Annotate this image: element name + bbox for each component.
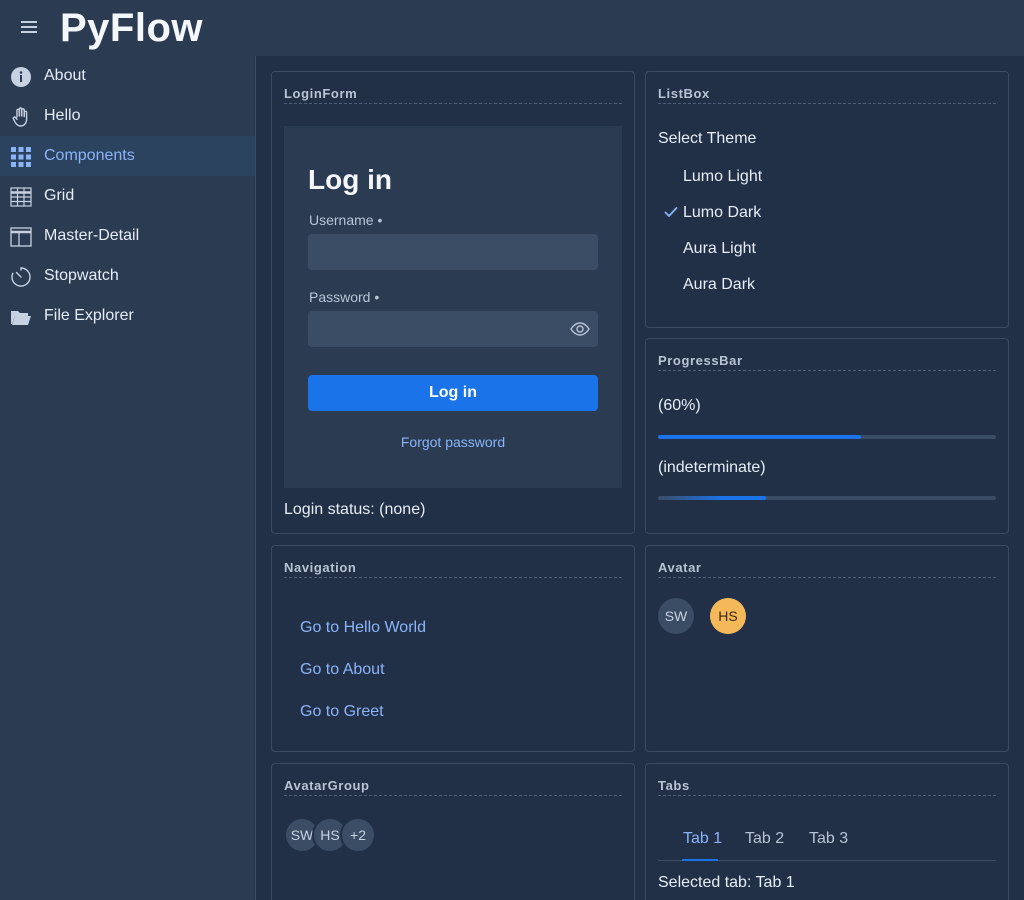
card-title: AvatarGroup	[284, 778, 622, 796]
tab-1[interactable]: Tab 1	[683, 830, 722, 848]
forgot-password-link[interactable]: Forgot password	[284, 434, 622, 450]
login-form-card: LoginForm Log in Username • Password • L…	[271, 71, 635, 534]
tab-indicator	[682, 859, 718, 861]
main-content: LoginForm Log in Username • Password • L…	[256, 56, 1024, 900]
table-icon	[10, 187, 32, 207]
folder-open-icon	[11, 311, 31, 325]
card-title: ListBox	[658, 86, 996, 104]
tabs-card: Tabs Tab 1 Tab 2 Tab 3 Selected tab: Tab…	[645, 763, 1009, 900]
list-item[interactable]: Lumo Dark	[658, 198, 978, 230]
hand-icon	[12, 107, 28, 127]
avatar-overflow[interactable]: +2	[340, 817, 376, 853]
username-label: Username •	[309, 212, 383, 228]
list-item[interactable]: Aura Dark	[658, 270, 978, 302]
sidebar-item-label: Master-Detail	[44, 227, 140, 244]
navigation-card: Navigation Go to Hello World Go to About…	[271, 545, 635, 752]
list-item[interactable]: Aura Light	[658, 234, 978, 266]
check-icon	[664, 207, 678, 217]
stopwatch-icon	[11, 267, 31, 287]
list-box-label: Select Theme	[658, 130, 757, 147]
sidebar-item-label: Grid	[44, 187, 75, 204]
card-title: Avatar	[658, 560, 996, 578]
login-button[interactable]: Log in	[308, 375, 598, 411]
avatar-group-card: AvatarGroup SW HS +2	[271, 763, 635, 900]
eye-icon[interactable]	[570, 319, 590, 339]
selected-tab-status: Selected tab: Tab 1	[658, 874, 795, 891]
login-heading: Log in	[308, 164, 392, 195]
required-indicator: •	[374, 289, 380, 305]
app-title: PyFlow	[60, 6, 204, 50]
sidebar-item-about[interactable]: About	[0, 56, 255, 96]
list-item[interactable]: Lumo Light	[658, 162, 978, 194]
avatar: SW	[658, 598, 694, 634]
sidebar-item-label: Stopwatch	[44, 267, 119, 284]
card-title: Tabs	[658, 778, 996, 796]
username-input[interactable]	[308, 234, 598, 270]
tab-3[interactable]: Tab 3	[809, 830, 848, 848]
login-form: Log in Username • Password • Log in Forg…	[284, 126, 622, 488]
progress-bar-indeterminate	[658, 496, 996, 500]
sidebar-item-grid[interactable]: Grid	[0, 176, 255, 216]
login-status: Login status: (none)	[284, 501, 426, 518]
nav-link-greet[interactable]: Go to Greet	[300, 703, 384, 721]
sidebar-item-label: Hello	[44, 107, 81, 124]
sidebar-item-stopwatch[interactable]: Stopwatch	[0, 256, 255, 296]
sidebar-item-master-detail[interactable]: Master-Detail	[0, 216, 255, 256]
progress-label: (60%)	[658, 397, 701, 414]
list-box-card: ListBox Select Theme Lumo Light Lumo Dar…	[645, 71, 1009, 328]
app-header: PyFlow	[0, 0, 1024, 56]
card-title: LoginForm	[284, 86, 622, 104]
sidebar: About Hello Components Grid Master-Detai…	[0, 56, 256, 900]
required-indicator: •	[377, 212, 383, 228]
password-label: Password •	[309, 289, 380, 305]
progress-bar-card: ProgressBar (60%) (indeterminate)	[645, 338, 1009, 534]
progress-fill	[658, 496, 766, 500]
avatar: HS	[710, 598, 746, 634]
info-icon	[11, 67, 31, 87]
avatar-card: Avatar SW HS	[645, 545, 1009, 752]
sidebar-item-label: File Explorer	[44, 307, 134, 324]
tab-2[interactable]: Tab 2	[745, 830, 784, 848]
hamburger-menu-icon[interactable]	[18, 18, 42, 38]
nav-link-about[interactable]: Go to About	[300, 661, 385, 679]
card-title: ProgressBar	[658, 353, 996, 371]
progress-label-indeterminate: (indeterminate)	[658, 459, 766, 476]
grid-dots-icon	[11, 147, 31, 167]
password-input[interactable]	[308, 311, 598, 347]
sidebar-item-file-explorer[interactable]: File Explorer	[0, 296, 255, 336]
card-title: Navigation	[284, 560, 622, 578]
layout-icon	[10, 227, 32, 247]
sidebar-item-hello[interactable]: Hello	[0, 96, 255, 136]
progress-bar	[658, 435, 996, 439]
sidebar-item-label: Components	[44, 147, 135, 164]
nav-link-hello-world[interactable]: Go to Hello World	[300, 619, 426, 637]
password-field	[308, 311, 598, 347]
progress-fill	[658, 435, 861, 439]
sidebar-item-components[interactable]: Components	[0, 136, 255, 176]
sidebar-item-label: About	[44, 67, 86, 84]
